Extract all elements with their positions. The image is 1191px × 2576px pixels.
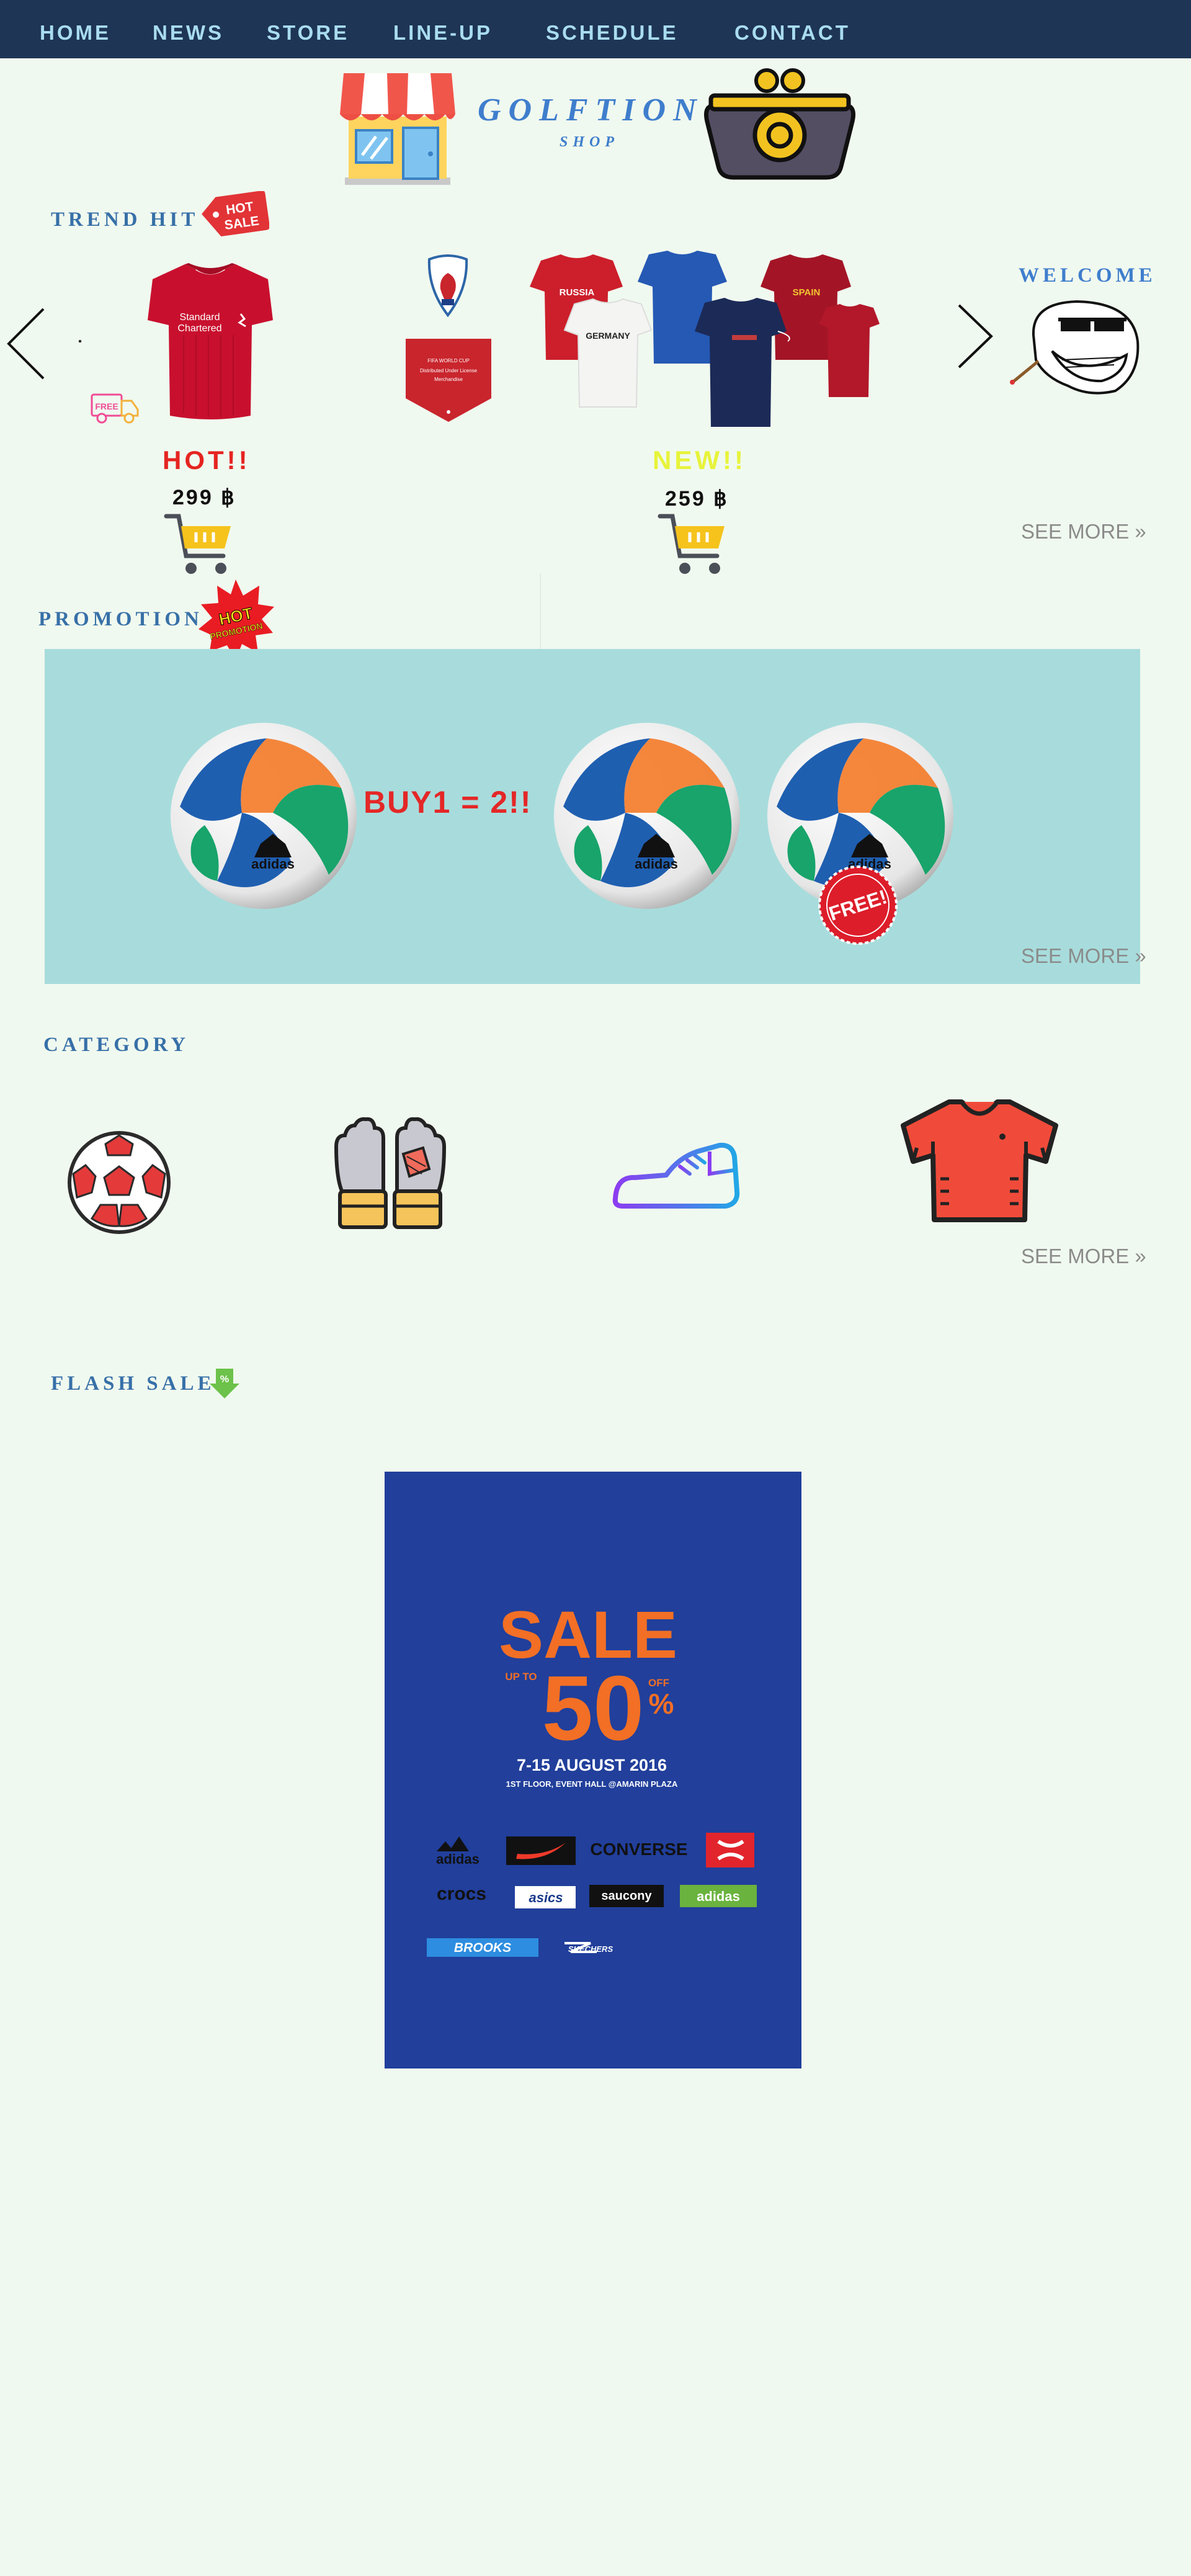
chevron-right-icon[interactable]	[955, 303, 996, 370]
hot-sale-badge: HOT SALE	[202, 191, 269, 237]
trollface-icon	[1010, 300, 1140, 395]
promotion-offer-text: BUY1 = 2!!	[364, 785, 532, 820]
brand-title[interactable]: GOLFTION	[478, 92, 701, 128]
category-title: CATEGORY	[43, 1034, 190, 1056]
top-nav: HOME NEWS STORE LINE-UP SCHEDULE CONTACT	[0, 0, 1191, 58]
promotion-see-more-link[interactable]: SEE MORE »	[1021, 944, 1146, 968]
nav-store[interactable]: STORE	[267, 21, 349, 45]
svg-text:Merchandise: Merchandise	[434, 377, 463, 382]
soccer-ball-image: adidas	[554, 723, 740, 909]
svg-text:Distributed Under License: Distributed Under License	[420, 368, 478, 373]
poster-brand-0: adidas	[436, 1851, 480, 1867]
soccer-ball-icon[interactable]	[67, 1130, 171, 1235]
shopping-cart-icon[interactable]	[164, 511, 233, 576]
poster-up-to: UP TO	[505, 1671, 537, 1683]
poster-brand-4: crocs	[437, 1884, 486, 1904]
national-jerseys-image[interactable]: RUSSIA SPAIN GERMANY	[527, 251, 881, 437]
ball-brand-label: adidas	[251, 856, 295, 872]
welcome-title: WELCOME	[1019, 264, 1156, 287]
product-2-tag: NEW!!	[653, 445, 746, 475]
trend-hit-title: TREND HIT	[51, 208, 199, 231]
poster-brand-6: saucony	[601, 1889, 652, 1903]
poster-brand-2: CONVERSE	[590, 1840, 687, 1859]
world-cup-tag-image[interactable]: FIFA WORLD CUP Distributed Under License…	[403, 254, 496, 428]
coin-purse-icon[interactable]	[703, 62, 856, 180]
poster-brand-8: BROOKS	[454, 1941, 511, 1955]
poster-percent: 50	[542, 1657, 645, 1760]
red-jersey-image[interactable]: Standard Chartered	[146, 261, 274, 421]
product-1-price: 299 ฿	[172, 486, 236, 509]
divider	[540, 573, 541, 649]
poster-percent-sign: %	[649, 1688, 674, 1720]
poster-brand-7: adidas	[697, 1889, 740, 1904]
shopping-cart-icon[interactable]	[658, 511, 727, 576]
goalkeeper-gloves-icon[interactable]	[330, 1117, 450, 1238]
soccer-ball-image: adidas	[171, 723, 357, 909]
free-delivery-label: FREE	[95, 401, 118, 411]
category-see-more-link[interactable]: SEE MORE »	[1021, 1245, 1146, 1268]
product-2-price: 259 ฿	[665, 487, 729, 511]
svg-text:RUSSIA: RUSSIA	[560, 287, 595, 298]
svg-text:GERMANY: GERMANY	[586, 331, 630, 341]
svg-text:FIFA WORLD CUP: FIFA WORLD CUP	[427, 358, 470, 364]
brand-subtitle: SHOP	[559, 134, 619, 150]
free-stamp-badge: FREE!	[818, 865, 898, 945]
svg-text:%: %	[220, 1374, 229, 1385]
poster-venue: 1ST FLOOR, EVENT HALL @AMARIN PLAZA	[506, 1779, 678, 1789]
nav-schedule[interactable]: SCHEDULE	[546, 21, 679, 45]
product-1-tag: HOT!!	[163, 445, 251, 475]
nav-news[interactable]: NEWS	[153, 21, 224, 45]
poster-dates: 7-15 AUGUST 2016	[517, 1756, 667, 1774]
jersey-icon[interactable]	[898, 1098, 1061, 1226]
discount-arrow-icon: %	[210, 1369, 239, 1398]
chevron-left-icon[interactable]	[5, 306, 46, 381]
flash-sale-title: FLASH SALE	[51, 1372, 215, 1395]
nav-home[interactable]: HOME	[40, 21, 111, 45]
free-delivery-truck-icon: FREE	[91, 393, 139, 424]
promotion-title: PROMOTION	[38, 608, 203, 630]
sneaker-icon[interactable]	[610, 1139, 742, 1225]
svg-text:Chartered: Chartered	[177, 323, 221, 334]
nav-line-up[interactable]: LINE-UP	[393, 21, 493, 45]
svg-text:SPAIN: SPAIN	[793, 287, 821, 298]
slider-dot	[79, 340, 81, 342]
nav-contact[interactable]: CONTACT	[734, 21, 850, 45]
svg-text:Standard: Standard	[180, 312, 220, 323]
ball-brand-label: adidas	[635, 856, 678, 872]
storefront-icon[interactable]	[340, 68, 455, 186]
poster-brand-5: asics	[529, 1890, 563, 1905]
trend-see-more-link[interactable]: SEE MORE »	[1021, 520, 1146, 543]
flash-sale-poster[interactable]: SALE UP TO 50 OFF % 7-15 AUGUST 2016 1ST…	[385, 1472, 801, 2068]
